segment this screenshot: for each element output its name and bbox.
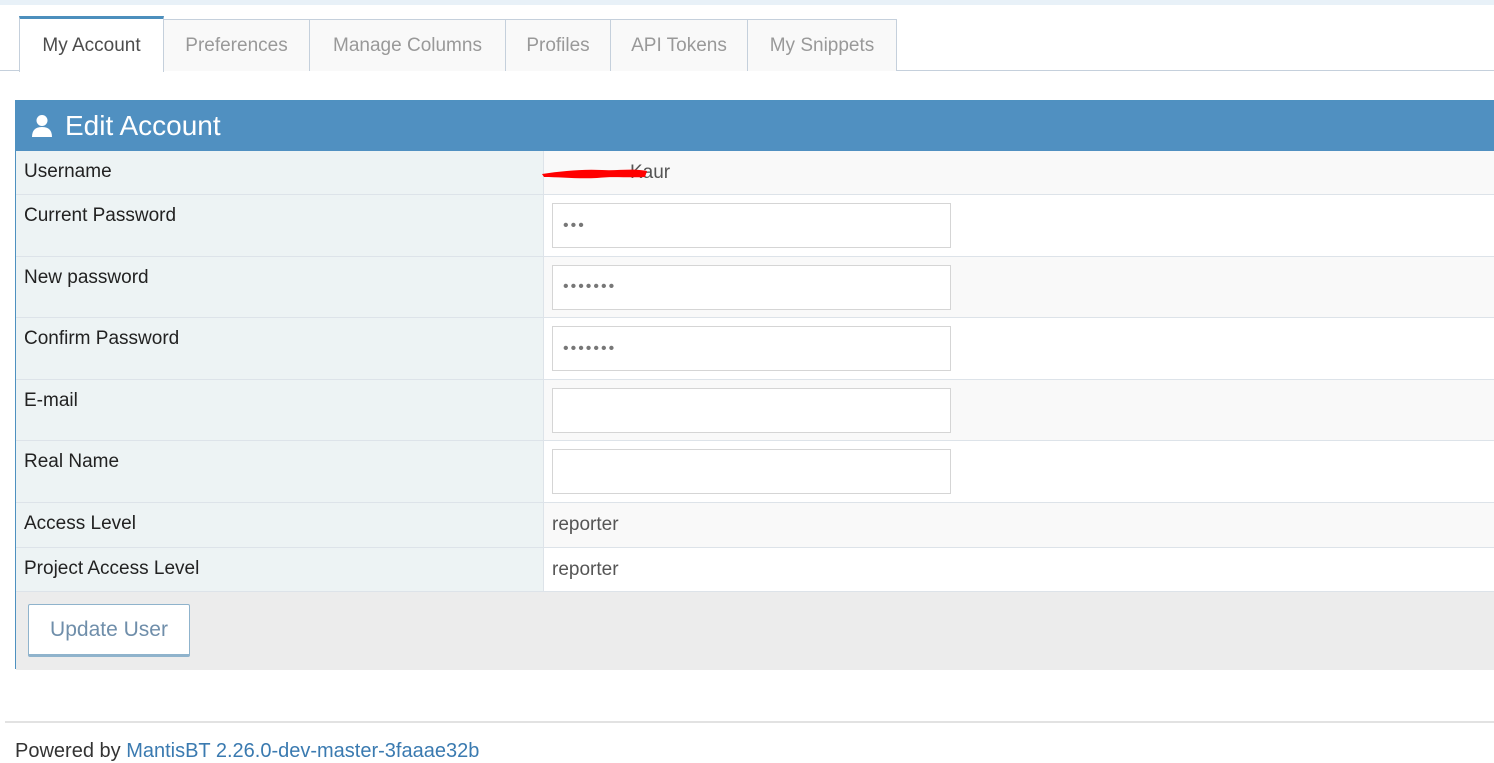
email-label: E-mail <box>16 380 544 440</box>
edit-account-panel: Edit Account Username Kaur Current Passw… <box>15 100 1494 670</box>
tab-my-account[interactable]: My Account <box>19 16 164 72</box>
access-level-label: Access Level <box>16 503 544 547</box>
footer-prefix: Powered by <box>15 740 121 762</box>
real-name-field[interactable] <box>552 449 951 494</box>
panel-footer: Update User <box>16 592 1494 670</box>
username-label: Username <box>16 151 544 194</box>
mantisbt-version-link[interactable]: MantisBT 2.26.0-dev-master-3faaae32b <box>126 740 479 762</box>
tab-preferences[interactable]: Preferences <box>163 19 310 71</box>
footer: Powered by MantisBT 2.26.0-dev-master-3f… <box>15 740 479 763</box>
update-user-button[interactable]: Update User <box>28 604 190 657</box>
new-password-row: New password ••••••• <box>16 257 1494 318</box>
tab-profiles[interactable]: Profiles <box>505 19 611 71</box>
project-access-level-label: Project Access Level <box>16 548 544 591</box>
user-icon <box>32 115 52 137</box>
tab-my-snippets[interactable]: My Snippets <box>747 19 897 71</box>
redaction-mark <box>542 169 647 179</box>
current-password-label: Current Password <box>16 195 544 256</box>
confirm-password-field[interactable]: ••••••• <box>552 326 951 371</box>
panel-header: Edit Account <box>16 101 1494 151</box>
account-tabs: My Account Preferences Manage Columns Pr… <box>0 16 1494 72</box>
project-access-level-row: Project Access Level reporter <box>16 548 1494 592</box>
confirm-password-row: Confirm Password ••••••• <box>16 318 1494 380</box>
real-name-row: Real Name <box>16 441 1494 503</box>
tab-manage-columns[interactable]: Manage Columns <box>309 19 506 71</box>
panel-title: Edit Account <box>65 110 221 141</box>
tab-api-tokens[interactable]: API Tokens <box>610 19 748 71</box>
real-name-label: Real Name <box>16 441 544 502</box>
new-password-label: New password <box>16 257 544 317</box>
top-bar <box>0 0 1494 5</box>
access-level-row: Access Level reporter <box>16 503 1494 548</box>
current-password-row: Current Password ••• <box>16 195 1494 257</box>
project-access-level-value: reporter <box>552 558 619 580</box>
new-password-field[interactable]: ••••••• <box>552 264 951 310</box>
email-row: E-mail <box>16 380 1494 441</box>
current-password-field[interactable]: ••• <box>552 203 951 248</box>
footer-divider <box>5 721 1494 723</box>
access-level-value: reporter <box>544 503 1494 547</box>
email-field[interactable] <box>552 387 951 433</box>
username-row: Username Kaur <box>16 151 1494 195</box>
confirm-password-label: Confirm Password <box>16 318 544 379</box>
